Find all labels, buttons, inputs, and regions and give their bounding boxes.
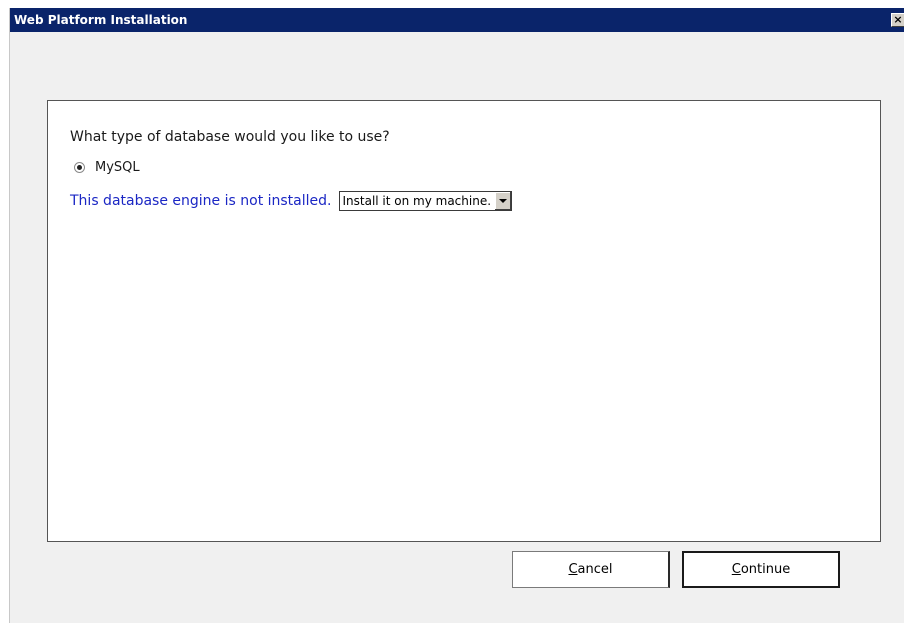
install-option-select[interactable]: Install it on my machine.	[339, 191, 513, 211]
mysql-radio[interactable]	[74, 161, 85, 173]
cancel-mnemonic: C	[568, 562, 578, 577]
title-bar: Web Platform Installation ×	[10, 8, 904, 32]
continue-mnemonic: C	[731, 562, 741, 577]
install-option-value[interactable]: Install it on my machine.	[340, 192, 494, 210]
database-question: What type of database would you like to …	[70, 129, 390, 145]
cancel-button[interactable]: Cancel	[512, 551, 670, 588]
mysql-label[interactable]: MySQL	[95, 160, 140, 175]
installer-window: Web Platform Installation × What type of…	[9, 8, 904, 623]
engine-not-installed-message: This database engine is not installed.	[70, 193, 332, 209]
window-title: Web Platform Installation	[14, 13, 188, 27]
database-options-panel: What type of database would you like to …	[47, 100, 881, 542]
mysql-option[interactable]: MySQL	[74, 159, 140, 175]
dropdown-arrow-icon[interactable]	[494, 192, 512, 210]
close-icon[interactable]: ×	[891, 13, 904, 27]
engine-status-row: This database engine is not installed. I…	[70, 190, 513, 212]
continue-button[interactable]: Continue	[682, 551, 840, 588]
cancel-label-rest: ancel	[577, 562, 613, 577]
continue-label-rest: ontinue	[740, 562, 791, 577]
